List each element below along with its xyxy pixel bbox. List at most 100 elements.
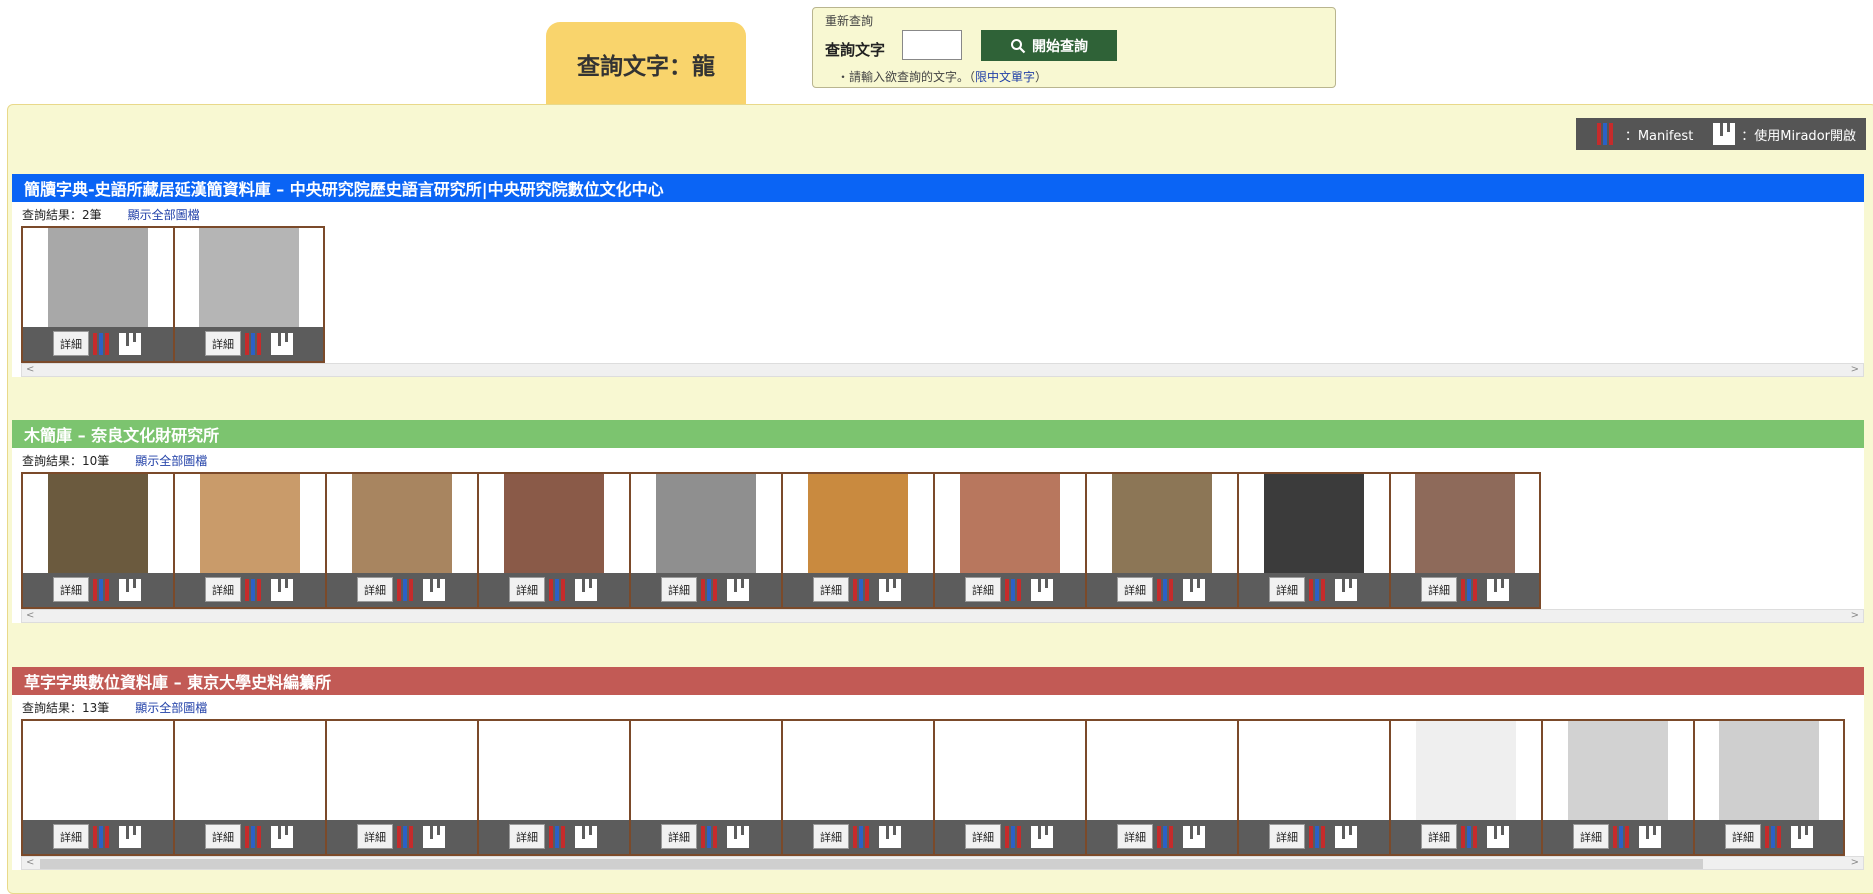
result-thumbnail[interactable]: 詳細 [173,226,325,363]
mirador-icon[interactable] [1791,825,1813,848]
result-thumbnail[interactable]: 詳細 [173,472,325,609]
manifest-icon[interactable] [853,578,875,601]
scroll-right-icon[interactable]: > [1851,610,1859,621]
character-image[interactable] [23,721,173,820]
mirador-icon[interactable] [271,825,293,848]
detail-button[interactable]: 詳細 [53,331,89,357]
character-image[interactable] [1391,474,1539,573]
detail-button[interactable]: 詳細 [509,577,545,603]
character-image[interactable] [1087,721,1237,820]
detail-button[interactable]: 詳細 [1269,824,1305,850]
mirador-icon[interactable] [727,825,749,848]
manifest-icon[interactable] [1157,578,1179,601]
manifest-icon[interactable] [245,332,267,355]
search-input[interactable] [902,30,962,60]
show-all-images-link[interactable]: 顯示全部圖檔 [128,206,200,223]
mirador-icon[interactable] [879,578,901,601]
manifest-icon[interactable] [1309,825,1331,848]
manifest-icon[interactable] [1765,825,1787,848]
result-thumbnail[interactable]: 詳細 [1085,719,1237,856]
mirador-icon[interactable] [1183,578,1205,601]
detail-button[interactable]: 詳細 [205,824,241,850]
result-thumbnail[interactable]: 詳細 [1237,472,1389,609]
character-image[interactable] [175,474,325,573]
character-image[interactable] [935,474,1085,573]
character-image[interactable] [175,721,325,820]
scroll-left-icon[interactable]: < [26,610,34,621]
mirador-icon[interactable] [119,578,141,601]
manifest-icon[interactable] [245,578,267,601]
character-image[interactable] [23,474,173,573]
mirador-icon[interactable] [1335,825,1357,848]
mirador-icon[interactable] [119,825,141,848]
detail-button[interactable]: 詳細 [205,331,241,357]
detail-button[interactable]: 詳細 [1117,577,1153,603]
result-thumbnail[interactable]: 詳細 [933,472,1085,609]
mirador-icon[interactable] [1183,825,1205,848]
mirador-icon[interactable] [271,578,293,601]
mirador-icon[interactable] [423,825,445,848]
manifest-icon[interactable] [93,578,115,601]
manifest-icon[interactable] [245,825,267,848]
detail-button[interactable]: 詳細 [509,824,545,850]
manifest-icon[interactable] [1005,825,1027,848]
result-thumbnail[interactable]: 詳細 [477,472,629,609]
manifest-icon[interactable] [1005,578,1027,601]
character-image[interactable] [783,474,933,573]
character-image[interactable] [23,228,173,327]
manifest-icon[interactable] [1461,578,1483,601]
character-image[interactable] [631,474,781,573]
mirador-icon[interactable] [1487,578,1509,601]
character-image[interactable] [783,721,933,820]
detail-button[interactable]: 詳細 [205,577,241,603]
detail-button[interactable]: 詳細 [53,824,89,850]
mirador-icon[interactable] [271,332,293,355]
result-thumbnail[interactable]: 詳細 [21,719,173,856]
result-thumbnail[interactable]: 詳細 [21,226,173,363]
manifest-icon[interactable] [93,332,115,355]
character-image[interactable] [1543,721,1693,820]
character-image[interactable] [1239,474,1389,573]
manifest-icon[interactable] [701,578,723,601]
manifest-icon[interactable] [1613,825,1635,848]
character-image[interactable] [479,474,629,573]
result-thumbnail[interactable]: 詳細 [477,719,629,856]
result-thumbnail[interactable]: 詳細 [21,472,173,609]
manifest-icon[interactable] [1461,825,1483,848]
mirador-icon[interactable] [1031,825,1053,848]
character-image[interactable] [479,721,629,820]
horizontal-scrollbar[interactable]: < > [21,363,1864,377]
manifest-icon[interactable] [701,825,723,848]
detail-button[interactable]: 詳細 [1421,824,1457,850]
character-image[interactable] [935,721,1085,820]
detail-button[interactable]: 詳細 [813,577,849,603]
manifest-icon[interactable] [549,825,571,848]
character-image[interactable] [1087,474,1237,573]
character-image[interactable] [1239,721,1389,820]
show-all-images-link[interactable]: 顯示全部圖檔 [135,452,207,469]
character-image[interactable] [175,228,323,327]
mirador-icon[interactable] [119,332,141,355]
mirador-icon[interactable] [1335,578,1357,601]
result-thumbnail[interactable]: 詳細 [173,719,325,856]
detail-button[interactable]: 詳細 [53,577,89,603]
detail-button[interactable]: 詳細 [1269,577,1305,603]
mirador-icon[interactable] [879,825,901,848]
scroll-thumb[interactable] [40,859,1703,869]
manifest-icon[interactable] [397,578,419,601]
manifest-icon[interactable] [1157,825,1179,848]
character-image[interactable] [1391,721,1541,820]
result-thumbnail[interactable]: 詳細 [1237,719,1389,856]
result-thumbnail[interactable]: 詳細 [325,719,477,856]
scroll-right-icon[interactable]: > [1851,364,1859,375]
result-thumbnail[interactable]: 詳細 [325,472,477,609]
manifest-icon[interactable] [397,825,419,848]
result-thumbnail[interactable]: 詳細 [1541,719,1693,856]
horizontal-scrollbar[interactable]: < > [21,609,1864,623]
detail-button[interactable]: 詳細 [661,577,697,603]
result-thumbnail[interactable]: 詳細 [781,719,933,856]
character-image[interactable] [1695,721,1843,820]
character-image[interactable] [631,721,781,820]
search-button[interactable]: 開始查詢 [981,30,1117,61]
result-thumbnail[interactable]: 詳細 [1085,472,1237,609]
